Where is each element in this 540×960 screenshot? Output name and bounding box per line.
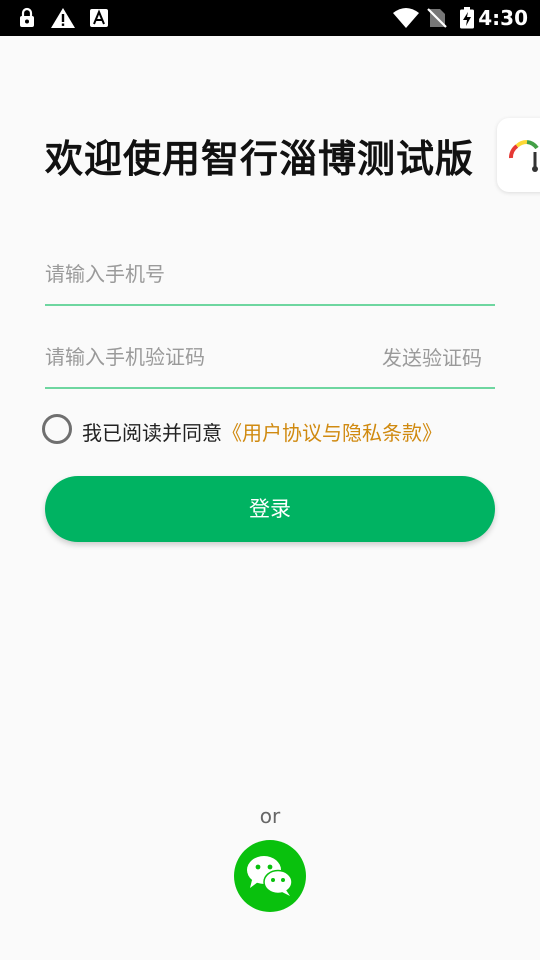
warning-icon	[51, 8, 75, 28]
status-bar: 4:30	[0, 0, 540, 36]
lock-icon	[20, 7, 34, 27]
speedometer-icon	[509, 140, 539, 172]
wechat-login-button[interactable]	[234, 840, 306, 912]
send-code-button[interactable]: 发送验证码	[382, 342, 482, 371]
status-time: 4:30	[478, 6, 528, 30]
agreement-text: 我已阅读并同意《用户协议与隐私条款》	[82, 417, 442, 446]
phone-input-underline	[45, 304, 495, 306]
no-sim-icon	[427, 8, 447, 28]
agreement-row: 我已阅读并同意《用户协议与隐私条款》	[42, 414, 502, 446]
agreement-radio[interactable]	[42, 414, 72, 444]
battery-charging-icon	[460, 7, 474, 29]
or-label: or	[259, 804, 281, 828]
agreement-prefix: 我已阅读并同意	[82, 421, 222, 445]
agreement-link[interactable]: 《用户协议与隐私条款》	[222, 421, 442, 445]
code-input-underline	[45, 387, 495, 389]
verification-code-input[interactable]	[45, 337, 345, 377]
wechat-icon	[247, 856, 293, 896]
wifi-icon	[393, 8, 419, 28]
login-button[interactable]: 登录	[45, 476, 495, 542]
font-icon	[90, 9, 108, 27]
floating-speedometer-widget[interactable]	[497, 118, 540, 192]
phone-input[interactable]	[45, 254, 345, 294]
page-title: 欢迎使用智行淄博测试版	[45, 137, 475, 181]
